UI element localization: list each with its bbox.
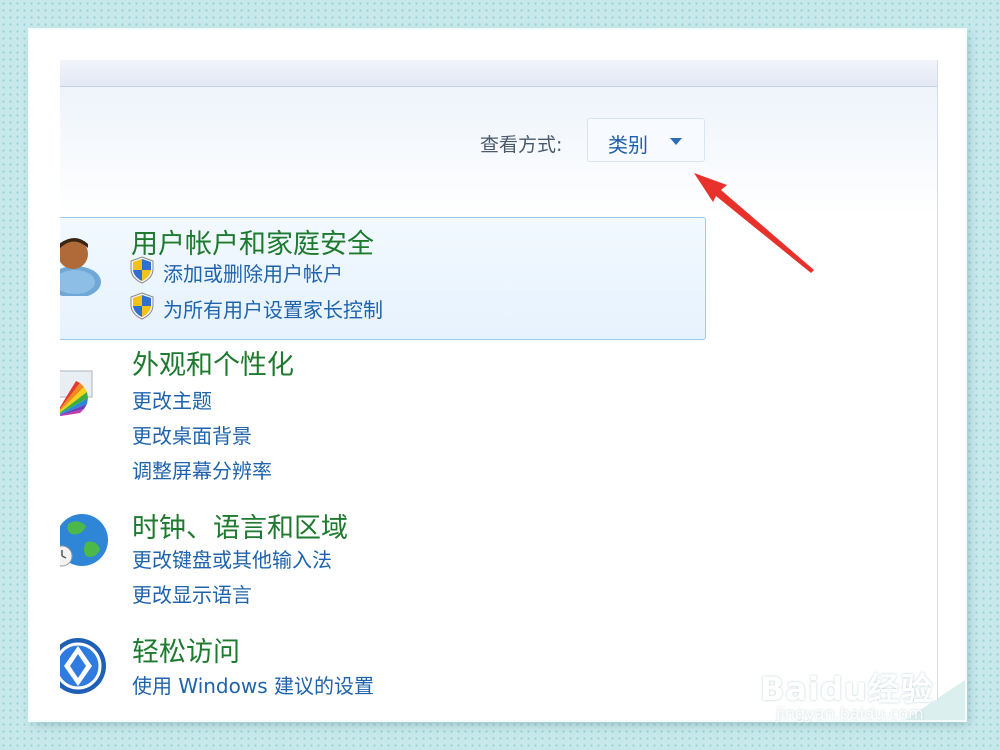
link-adjust-resolution[interactable]: 调整屏幕分辨率 <box>132 455 272 484</box>
category-title[interactable]: 轻松访问 <box>132 630 240 669</box>
link-windows-suggested-settings[interactable]: 使用 Windows 建议的设置 <box>132 670 374 699</box>
watermark-url: jingyan.baidu.com <box>776 704 924 723</box>
link-change-keyboard[interactable]: 更改键盘或其他输入法 <box>132 544 332 573</box>
uac-shield-icon <box>130 256 154 284</box>
link-change-desktop-background[interactable]: 更改桌面背景 <box>132 420 252 449</box>
category-title[interactable]: 时钟、语言和区域 <box>132 506 348 545</box>
category-title[interactable]: 外观和个性化 <box>132 343 294 382</box>
category-title[interactable]: 用户帐户和家庭安全 <box>131 222 374 261</box>
ease-of-access-icon <box>60 638 106 694</box>
address-toolbar <box>60 60 937 87</box>
uac-shield-icon <box>130 292 154 320</box>
view-by-label: 查看方式: <box>480 134 563 156</box>
category-appearance: 外观和个性化 更改主题 更改桌面背景 调整屏幕分辨率 <box>60 343 937 493</box>
globe-clock-icon <box>60 514 108 567</box>
link-change-theme[interactable]: 更改主题 <box>132 385 212 414</box>
chevron-down-icon <box>670 138 682 145</box>
category-user-accounts[interactable]: 用户帐户和家庭安全 添加或删除用户帐户 为所有用户设置家长控制 <box>60 217 706 340</box>
link-parental-controls[interactable]: 为所有用户设置家长控制 <box>163 294 383 323</box>
link-add-remove-users[interactable]: 添加或删除用户帐户 <box>163 258 343 287</box>
category-clock-language-region: 时钟、语言和区域 更改键盘或其他输入法 更改显示语言 <box>60 506 937 616</box>
appearance-palette-icon <box>60 370 93 417</box>
link-change-display-language[interactable]: 更改显示语言 <box>132 579 252 608</box>
control-panel-window: 查看方式: 类别 用户帐户和家庭安全 添加或删除用户帐户 为所有用户设置家长控制… <box>60 60 938 700</box>
view-by-dropdown[interactable]: 类别 <box>587 118 705 162</box>
red-annotation-arrow <box>694 173 814 273</box>
user-accounts-icon <box>60 238 101 296</box>
view-by-value: 类别 <box>608 133 648 157</box>
